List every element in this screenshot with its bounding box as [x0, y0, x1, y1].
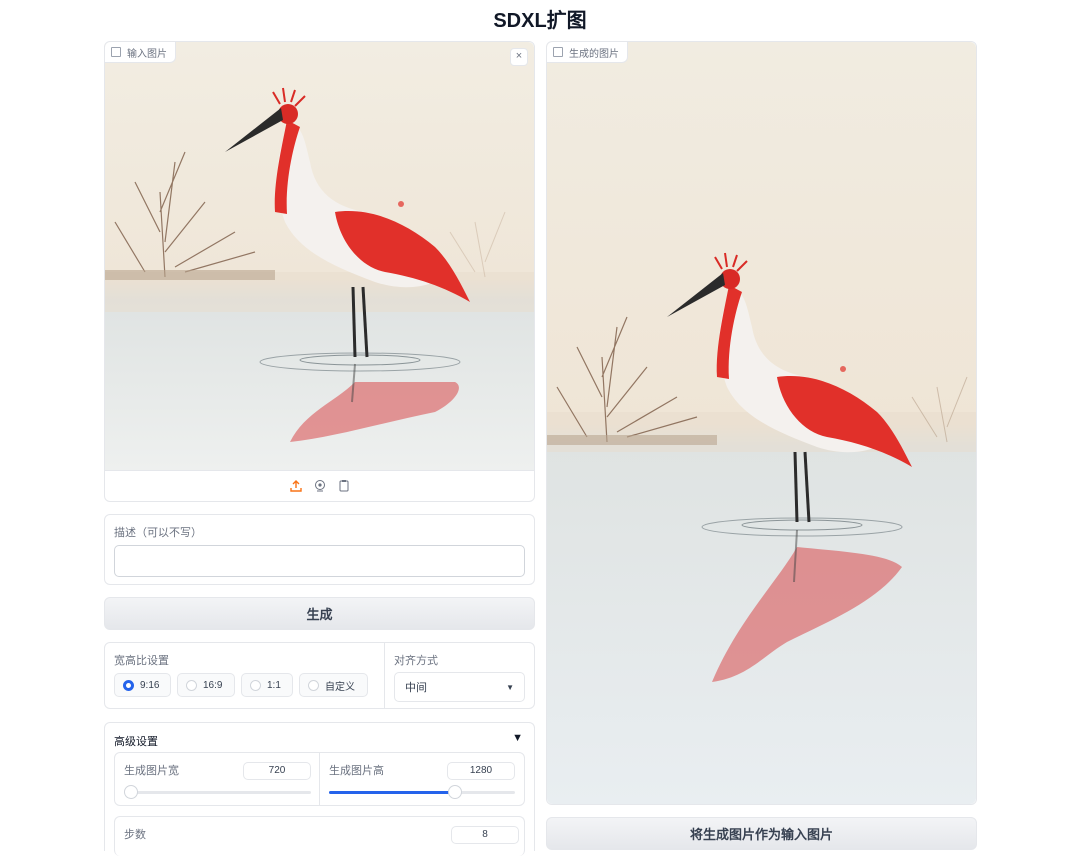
height-slider-fill [329, 791, 456, 794]
alignment-label: 对齐方式 [394, 655, 438, 667]
height-input[interactable]: 1280 [447, 762, 515, 780]
advanced-settings-header[interactable]: 高级设置 ▼ [114, 732, 525, 748]
input-image-panel[interactable]: 输入图片 × [104, 41, 535, 502]
page-title: SDXL扩图 [493, 10, 587, 32]
output-image-panel: 生成的图片 [546, 41, 977, 805]
aspect-ratio-panel: 宽高比设置 9:16 16:9 1:1 自定义 对齐方式 中间 ▼ [104, 642, 535, 709]
description-input[interactable] [114, 545, 525, 577]
radio-dot-selected [123, 679, 134, 691]
webcam-icon[interactable] [313, 479, 327, 493]
aspect-ratio-label: 宽高比设置 [114, 655, 169, 667]
use-as-input-button[interactable]: 将生成图片作为输入图片 [546, 817, 977, 850]
image-source-toolbar [105, 470, 534, 501]
width-slider[interactable] [124, 785, 311, 799]
group-divider [319, 753, 320, 805]
radio-dot [186, 679, 197, 691]
size-sliders-group: 生成图片宽 720 生成图片高 1280 [114, 752, 525, 806]
radio-dot [250, 679, 261, 691]
close-icon[interactable]: × [510, 48, 528, 66]
radio-dot [308, 679, 319, 691]
collapse-toggle-icon[interactable]: ▼ [512, 732, 523, 744]
steps-group: 步数 8 [114, 816, 525, 856]
alignment-select[interactable]: 中间 ▼ [394, 672, 525, 702]
image-icon [111, 47, 121, 57]
ratio-option-label: 自定义 [325, 681, 355, 693]
steps-input[interactable]: 8 [451, 826, 519, 844]
generate-button[interactable]: 生成 [104, 597, 535, 630]
steps-label: 步数 [124, 829, 146, 841]
image-icon [553, 47, 563, 57]
description-label: 描述（可以不写） [114, 527, 202, 539]
alignment-value: 中间 [405, 682, 427, 694]
description-panel: 描述（可以不写） [104, 514, 535, 585]
width-slider-handle[interactable] [124, 785, 138, 799]
ratio-option-label: 9:16 [140, 679, 160, 691]
advanced-settings-panel: 高级设置 ▼ 生成图片宽 720 生成图片高 1280 步数 8 [104, 722, 535, 856]
height-label: 生成图片高 [329, 765, 384, 777]
panel-divider [384, 643, 385, 708]
input-image [105, 42, 534, 471]
ratio-option-label: 16:9 [203, 679, 223, 691]
output-image-tag: 生成的图片 [547, 42, 628, 63]
ratio-option-label: 1:1 [267, 679, 281, 691]
upload-icon[interactable] [289, 479, 303, 493]
output-image [547, 42, 976, 804]
clipboard-icon[interactable] [337, 479, 351, 493]
height-slider[interactable] [329, 785, 515, 799]
width-label: 生成图片宽 [124, 765, 179, 777]
input-image-tag: 输入图片 [105, 42, 176, 63]
ratio-option-16-9[interactable]: 16:9 [177, 673, 235, 697]
height-slider-handle[interactable] [448, 785, 463, 799]
ratio-option-custom[interactable]: 自定义 [299, 673, 368, 697]
width-input[interactable]: 720 [243, 762, 311, 780]
ratio-option-1-1[interactable]: 1:1 [241, 673, 293, 697]
input-image-label: 输入图片 [127, 48, 167, 60]
output-image-label: 生成的图片 [569, 48, 619, 60]
advanced-settings-label: 高级设置 [114, 736, 158, 748]
ratio-option-9-16[interactable]: 9:16 [114, 673, 171, 697]
caret-down-icon: ▼ [506, 682, 514, 692]
